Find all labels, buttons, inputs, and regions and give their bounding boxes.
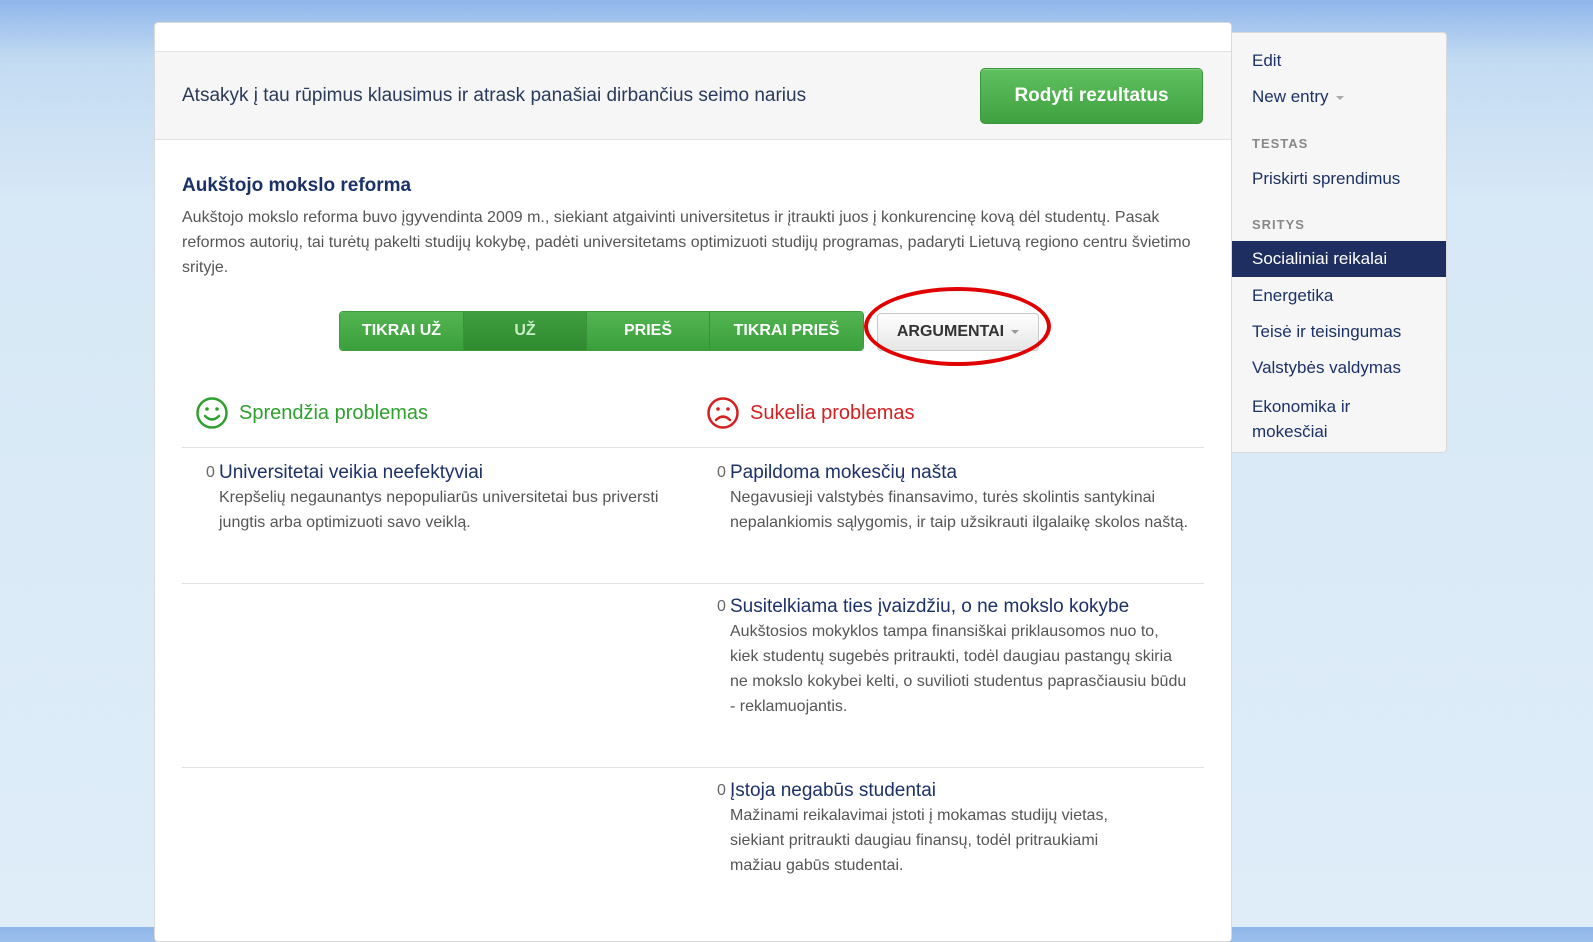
sidebar-edit-link[interactable]: Edit xyxy=(1252,51,1281,71)
vote-against-button[interactable]: PRIEŠ xyxy=(587,312,710,350)
argument-item: 0 Universitetai veikia neefektyviai Krep… xyxy=(182,461,679,535)
argument-item: 0 Papildoma mokesčių našta Negavusieji v… xyxy=(693,461,1190,535)
chevron-down-icon xyxy=(1335,95,1344,100)
sidebar-item-ekonomika[interactable]: Ekonomika ir mokesčiai xyxy=(1252,394,1402,444)
sidebar-section-testas: TESTAS xyxy=(1252,136,1309,151)
topic-description: Aukštojo mokslo reforma buvo įgyvendinta… xyxy=(182,209,1191,276)
sidebar-item-energetika[interactable]: Energetika xyxy=(1252,286,1333,306)
argument-item: 0 Susitelkiama ties įvaizdžiu, o ne moks… xyxy=(693,595,1190,719)
main-panel: Atsakyk į tau rūpimus klausimus ir atras… xyxy=(154,22,1232,942)
arguments-dropdown-button[interactable]: ARGUMENTAI xyxy=(877,313,1039,351)
argument-title[interactable]: Papildoma mokesčių našta xyxy=(730,461,1190,485)
vote-for-button[interactable]: UŽ xyxy=(464,312,587,350)
vote-button-group: TIKRAI UŽ UŽ PRIEŠ TIKRAI PRIEŠ xyxy=(339,311,864,351)
argument-description: Mažinami reikalavimai įstoti į mokamas s… xyxy=(730,807,1108,874)
argument-description: Aukštosios mokyklos tampa finansiškai pr… xyxy=(730,623,1187,715)
argument-title[interactable]: Susitelkiama ties įvaizdžiu, o ne mokslo… xyxy=(730,595,1190,619)
intro-banner: Atsakyk į tau rūpimus klausimus ir atras… xyxy=(155,52,1231,140)
argument-count: 0 xyxy=(717,598,726,615)
positive-heading-label: Sprendžia problemas xyxy=(239,401,428,424)
arguments-label: ARGUMENTAI xyxy=(896,323,1005,340)
smile-icon xyxy=(196,397,228,429)
argument-description: Krepšelių negaunantys nepopuliarūs unive… xyxy=(219,489,659,531)
argument-item: 0 Įstoja negabūs studentai Mažinami reik… xyxy=(693,779,1150,878)
sidebar-item-priskirti[interactable]: Priskirti sprendimus xyxy=(1252,169,1400,189)
sidebar-item-socialiniai[interactable]: Socialiniai reikalai xyxy=(1232,241,1446,277)
sidebar-item-valstybes[interactable]: Valstybės valdymas xyxy=(1252,358,1401,378)
negative-column-heading: Sukelia problemas xyxy=(706,396,915,430)
topic-title: Aukštojo mokslo reforma xyxy=(182,175,412,196)
argument-title[interactable]: Universitetai veikia neefektyviai xyxy=(219,461,679,485)
sidebar-new-entry-link[interactable]: New entry xyxy=(1252,87,1344,107)
intro-text: Atsakyk į tau rūpimus klausimus ir atras… xyxy=(182,85,807,106)
argument-count: 0 xyxy=(717,464,726,481)
argument-title[interactable]: Įstoja negabūs studentai xyxy=(730,779,1150,803)
sidebar-item-label: Socialiniai reikalai xyxy=(1252,249,1388,268)
divider xyxy=(182,583,1204,584)
vote-strongly-against-button[interactable]: TIKRAI PRIEŠ xyxy=(710,312,863,350)
topic-section: Aukštojo mokslo reforma Aukštojo mokslo … xyxy=(182,175,1212,280)
chevron-down-icon xyxy=(1011,330,1020,334)
argument-count: 0 xyxy=(206,464,215,481)
frown-icon xyxy=(707,397,739,429)
argument-count: 0 xyxy=(717,782,726,799)
positive-column-heading: Sprendžia problemas xyxy=(195,396,428,430)
divider xyxy=(182,447,1204,448)
new-entry-label: New entry xyxy=(1252,87,1329,106)
divider xyxy=(182,767,1204,768)
argument-description: Negavusieji valstybės finansavimo, turės… xyxy=(730,489,1188,531)
negative-heading-label: Sukelia problemas xyxy=(750,401,915,424)
top-strip xyxy=(155,23,1231,52)
vote-strongly-for-button[interactable]: TIKRAI UŽ xyxy=(340,312,464,350)
sidebar-item-teise[interactable]: Teisė ir teisingumas xyxy=(1252,322,1401,342)
sidebar: Edit New entry TESTAS Priskirti sprendim… xyxy=(1232,32,1447,453)
show-results-button[interactable]: Rodyti rezultatus xyxy=(980,68,1203,124)
sidebar-section-sritys: SRITYS xyxy=(1252,217,1305,232)
